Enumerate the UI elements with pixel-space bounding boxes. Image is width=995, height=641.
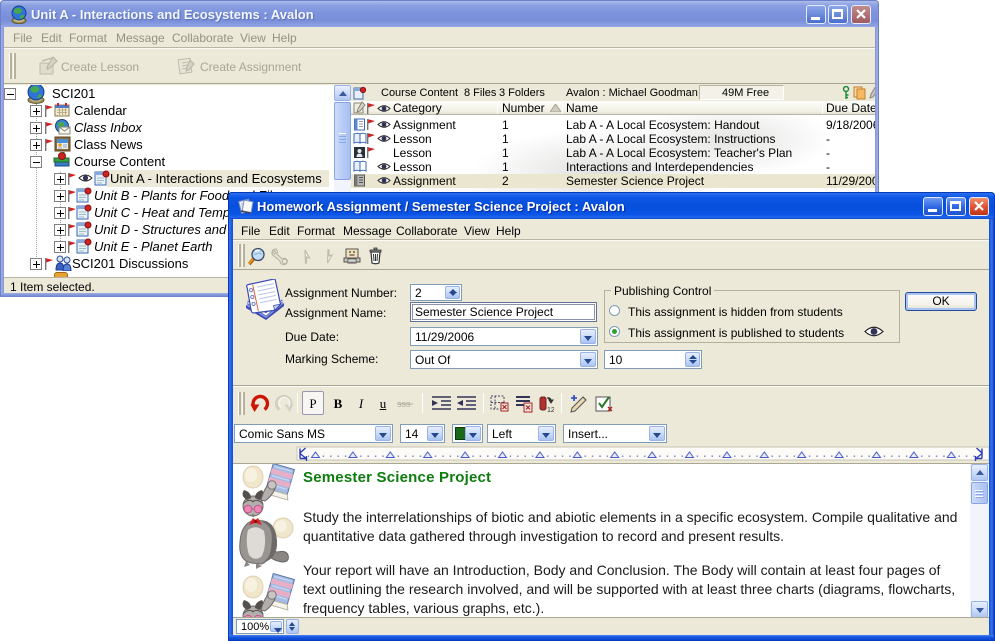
svg-text:12: 12 (547, 407, 554, 414)
